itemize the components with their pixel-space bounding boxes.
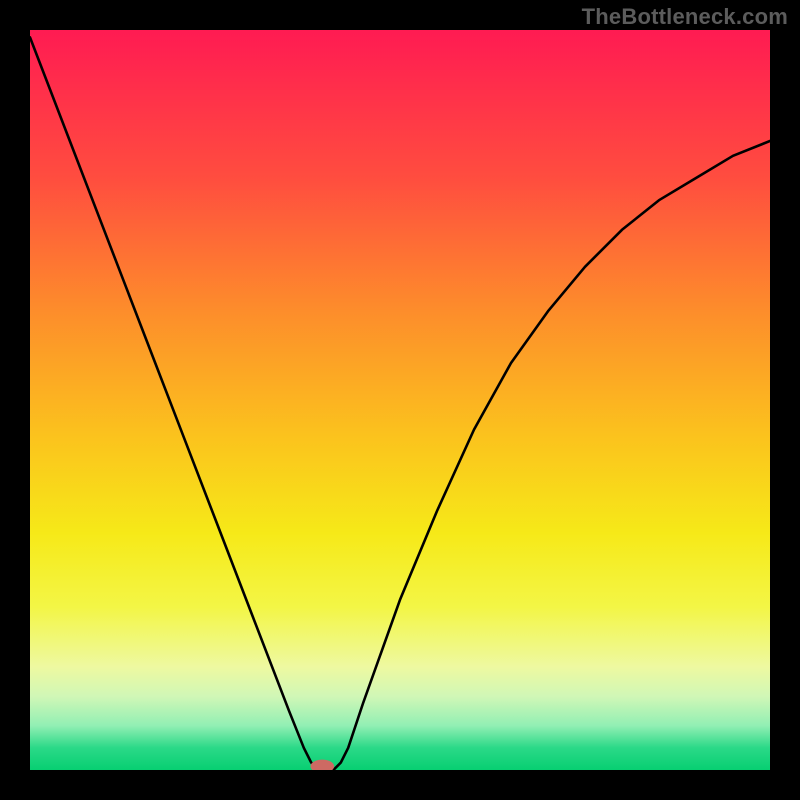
bottleneck-curve xyxy=(30,37,770,770)
watermark-text: TheBottleneck.com xyxy=(582,4,788,30)
optimal-marker xyxy=(310,760,334,770)
plot-area xyxy=(30,30,770,770)
chart-frame: TheBottleneck.com xyxy=(0,0,800,800)
chart-svg xyxy=(30,30,770,770)
